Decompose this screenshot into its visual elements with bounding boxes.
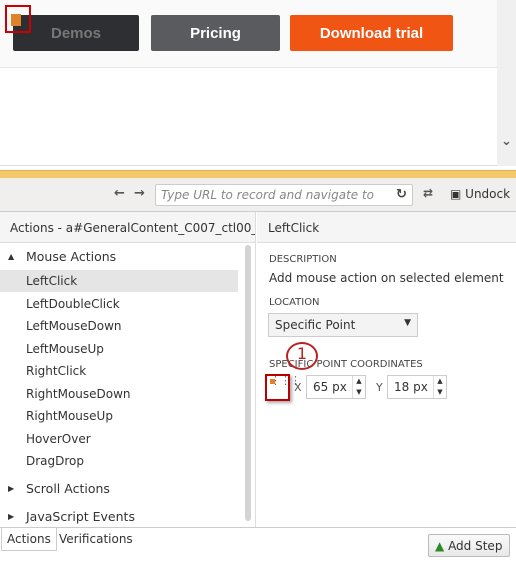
tab-actions[interactable]: Actions (1, 528, 57, 551)
download-trial-button[interactable]: Download trial (290, 15, 453, 51)
actions-header: Actions - a#GeneralContent_C007_ctl00_ct… (0, 212, 256, 243)
origin-marker (270, 379, 275, 384)
undock-icon: ▣ (450, 187, 462, 201)
pricing-button[interactable]: Pricing (151, 15, 280, 51)
triangle-right-icon: ▶ (8, 484, 15, 493)
tab-verifications[interactable]: Verifications (54, 528, 138, 551)
x-label: X (294, 381, 302, 394)
chevron-down-icon[interactable]: ⌄ (497, 134, 516, 152)
tree-item[interactable]: RightClick (0, 360, 238, 382)
splitter[interactable] (0, 170, 516, 178)
tree-item[interactable]: LeftMouseUp (0, 338, 238, 360)
location-label: LOCATION (269, 297, 320, 308)
annotation-callout: 1 (286, 342, 318, 370)
tree-item[interactable]: RightMouseUp (0, 405, 238, 427)
location-select[interactable]: Specific Point ▼ (268, 313, 418, 337)
actions-tree: ▲ Mouse Actions LeftClick LeftDoubleClick… (0, 243, 256, 527)
tree-scrollbar[interactable] (245, 245, 251, 521)
add-step-icon: ▲ (435, 539, 445, 553)
spinner-arrows-icon[interactable]: ▲ ▼ (433, 376, 446, 398)
tree-item[interactable]: LeftMouseDown (0, 315, 238, 337)
group-mouse-actions[interactable]: ▲ Mouse Actions (0, 245, 238, 267)
reload-icon[interactable]: ↻ (396, 187, 407, 202)
tree-item[interactable]: DragDrop (0, 450, 238, 472)
add-step-button[interactable]: ▲ Add Step (428, 534, 510, 557)
swap-icon[interactable]: ⇄ (423, 186, 433, 200)
tree-item[interactable]: LeftClick (0, 270, 238, 292)
tree-item[interactable]: LeftDoubleClick (0, 293, 238, 315)
y-stepper[interactable]: 18 px ▲ ▼ (387, 375, 447, 399)
point-picker-button[interactable]: ⋮⋮⋮ (265, 374, 301, 401)
back-arrow-icon[interactable]: ← (114, 186, 125, 201)
selection-highlight (5, 5, 31, 33)
tree-item[interactable]: RightMouseDown (0, 383, 238, 405)
group-javascript-events[interactable]: ▶ JavaScript Events (0, 505, 238, 527)
demos-button[interactable]: Demos (13, 15, 139, 51)
description-text: Add mouse action on selected element (269, 271, 504, 285)
undock-button[interactable]: ▣ Undock (450, 187, 510, 201)
dropdown-arrow-icon: ▼ (404, 318, 411, 328)
x-stepper[interactable]: 65 px ▲ ▼ (306, 375, 366, 399)
description-label: DESCRIPTION (269, 254, 337, 265)
forward-arrow-icon[interactable]: → (134, 186, 145, 201)
step-header: LeftClick (257, 212, 516, 243)
tree-item[interactable]: HoverOver (0, 428, 238, 450)
y-label: Y (376, 381, 383, 394)
group-scroll-actions[interactable]: ▶ Scroll Actions (0, 477, 238, 499)
url-input[interactable]: Type URL to record and navigate to (155, 184, 413, 206)
triangle-right-icon: ▶ (8, 512, 15, 521)
spinner-arrows-icon[interactable]: ▲ ▼ (352, 376, 365, 398)
triangle-up-icon: ▲ (8, 252, 15, 261)
